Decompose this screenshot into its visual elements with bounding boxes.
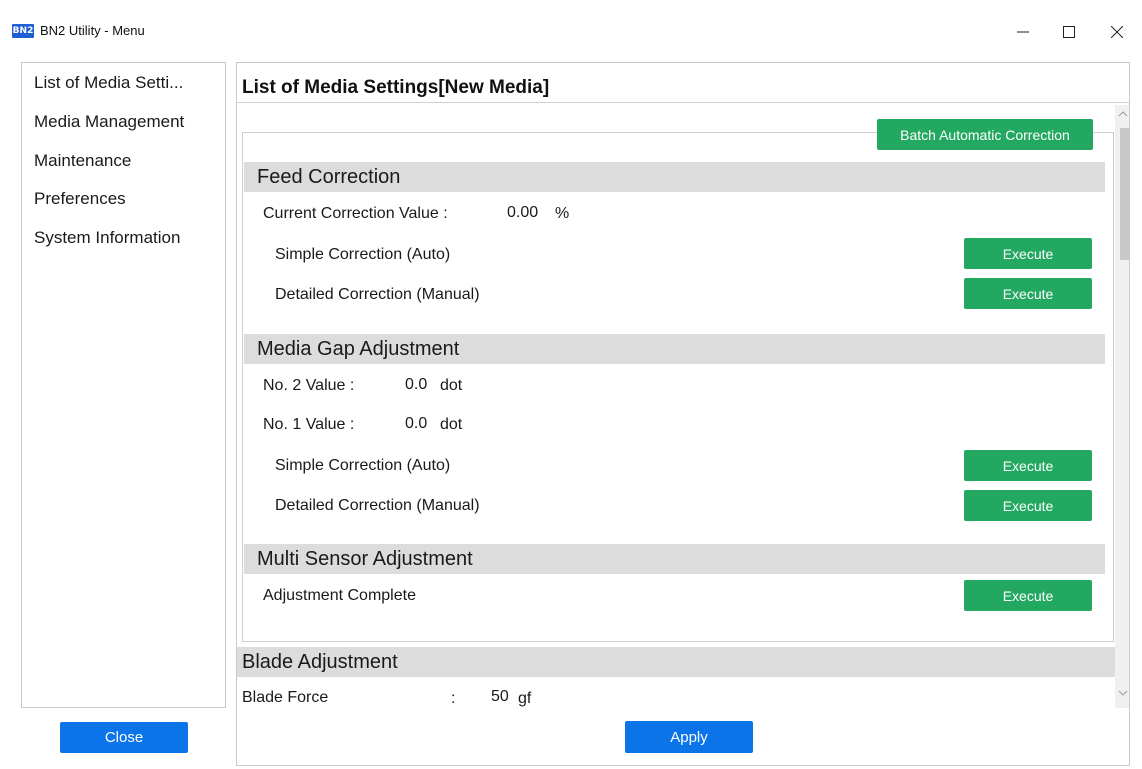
multi-sensor-header: Multi Sensor Adjustment [244,544,1105,574]
no1-unit: dot [440,416,463,433]
minimize-icon [1017,31,1029,33]
no2-value-label: No. 2 Value : [263,377,355,394]
close-icon [1111,26,1123,38]
gap-simple-correction-label: Simple Correction (Auto) [275,457,451,474]
blade-adjustment-header: Blade Adjustment [237,647,1115,677]
gap-detailed-correction-label: Detailed Correction (Manual) [275,497,480,514]
sidebar-item-maintenance[interactable]: Maintenance [34,151,131,171]
sidebar-item-media-management[interactable]: Media Management [34,112,184,132]
window-title: BN2 Utility - Menu [40,23,145,38]
scroll-up-icon[interactable] [1118,110,1128,118]
feed-detailed-correction-label: Detailed Correction (Manual) [275,286,480,303]
multi-sensor-execute-button[interactable]: Execute [964,580,1092,611]
feed-correction-header: Feed Correction [244,162,1105,192]
gap-detailed-execute-button[interactable]: Execute [964,490,1092,521]
close-window-button[interactable] [1094,12,1140,52]
no1-value-label: No. 1 Value : [263,416,355,433]
scroll-down-icon[interactable] [1118,689,1128,697]
blade-force-value: 50 [491,688,509,705]
current-correction-unit: % [555,205,570,222]
title-divider [237,102,1129,103]
scrollbar-thumb[interactable] [1120,128,1129,260]
adjustment-status-label: Adjustment Complete [263,587,416,604]
maximize-icon [1063,26,1075,38]
current-correction-value: 0.00 [507,204,539,221]
feed-simple-correction-label: Simple Correction (Auto) [275,246,451,263]
batch-automatic-correction-button[interactable]: Batch Automatic Correction [877,119,1093,150]
no2-value: 0.0 [405,376,428,393]
main-panel: List of Media Settings[New Media] Batch … [236,62,1130,708]
blade-force-unit: gf [518,690,532,707]
sidebar-item-list-of-media-settings[interactable]: List of Media Setti... [34,73,183,93]
no2-unit: dot [440,377,463,394]
sidebar-item-system-information[interactable]: System Information [34,228,180,248]
minimize-button[interactable] [1000,12,1046,52]
close-button[interactable]: Close [60,722,188,753]
no1-value: 0.0 [405,415,428,432]
blade-force-label: Blade Force [242,689,329,706]
feed-detailed-execute-button[interactable]: Execute [964,278,1092,309]
feed-simple-execute-button[interactable]: Execute [964,238,1092,269]
media-gap-header: Media Gap Adjustment [244,334,1105,364]
gap-simple-execute-button[interactable]: Execute [964,450,1092,481]
sidebar-item-preferences[interactable]: Preferences [34,189,126,209]
title-bar: BN2 BN2 Utility - Menu [0,0,1142,62]
current-correction-label: Current Correction Value : [263,205,448,222]
apply-button[interactable]: Apply [625,721,753,753]
blade-force-separator: : [451,690,456,707]
maximize-button[interactable] [1046,12,1092,52]
sidebar: List of Media Setti... Media Management … [21,62,226,708]
app-icon: BN2 [12,24,34,38]
page-title: List of Media Settings[New Media] [242,77,550,98]
